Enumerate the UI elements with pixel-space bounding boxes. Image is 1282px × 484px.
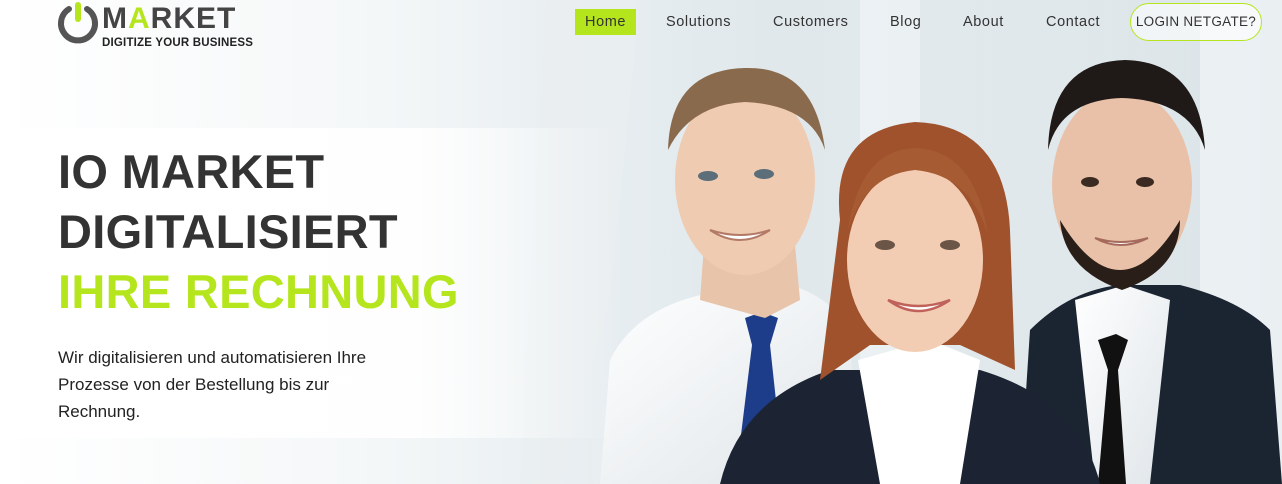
- hero-description: Wir digitalisieren und automatisieren Ih…: [58, 348, 367, 421]
- brand-tagline: DIGITIZE YOUR BUSINESS: [102, 37, 254, 49]
- nav-contact[interactable]: Contact: [1046, 9, 1100, 35]
- hero-headline-line1: IO MARKET: [58, 145, 325, 198]
- hero-headline-line2: DIGITALISIERT: [58, 205, 398, 258]
- nav-home[interactable]: Home: [575, 9, 637, 35]
- brand-name: MARKET: [102, 2, 237, 35]
- nav-customers[interactable]: Customers: [773, 9, 849, 35]
- hero-headline-line3: IHRE RECHNUNG: [58, 265, 459, 318]
- nav-about[interactable]: About: [963, 9, 1004, 35]
- hero-section: MARKET DIGITIZE YOUR BUSINESS Home Solut…: [0, 0, 1282, 484]
- brand-logo[interactable]: MARKET DIGITIZE YOUR BUSINESS: [56, 0, 266, 52]
- power-icon: [58, 2, 98, 44]
- nav-blog[interactable]: Blog: [890, 9, 921, 35]
- nav-solutions[interactable]: Solutions: [666, 9, 731, 35]
- login-button[interactable]: LOGIN NETGATE?: [1130, 3, 1262, 41]
